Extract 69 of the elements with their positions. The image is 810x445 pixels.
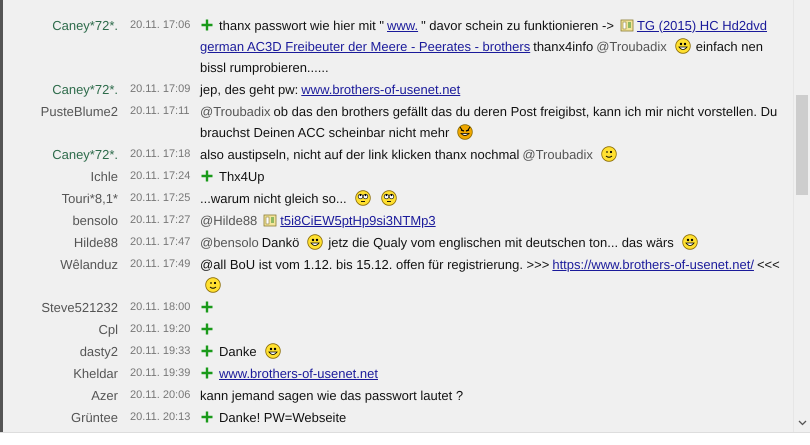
plus-icon xyxy=(201,170,213,182)
author-name: Steve521232 xyxy=(40,298,119,316)
message-text: also austipseln, nicht auf der link klicken thanx nochmal @Troubadix xyxy=(200,144,793,164)
timestamp: 20.11. 17:11 xyxy=(129,104,191,118)
link[interactable]: www. xyxy=(387,18,418,32)
author-name: Caney*72*. xyxy=(51,80,119,99)
author-name: Grüntee xyxy=(70,408,119,426)
plus-icon xyxy=(201,410,213,422)
author-name: Cpl xyxy=(97,320,119,339)
smiley-icon xyxy=(674,38,691,54)
timestamp: 20.11. 17:24 xyxy=(129,168,192,184)
timestamp: 20.11. 17:06 xyxy=(129,18,192,32)
timestamp: 20.11. 17:09 xyxy=(129,82,192,96)
smiley-icon xyxy=(307,234,324,250)
smiley-icon xyxy=(600,146,617,162)
author-name: bensolo xyxy=(71,212,119,230)
timestamp: 20.11. 17:47 xyxy=(129,234,192,250)
timestamp: 20.11. 18:00 xyxy=(129,300,192,314)
message-text: kann jemand sagen wie das passwort lautet ? xyxy=(200,386,464,405)
timestamp: 20.11. 17:25 xyxy=(129,190,192,206)
scrollbar-thumb[interactable] xyxy=(796,95,808,195)
message-text: thanx passwort wie hier mit " www. " davor schein zu funktionieren -> TG (2015) HC Hd2dvd german AC3D Freibeuter der Meere - Peerates - brothers thanx4info @Troubadix einfach nen bissl rumprobieren...... xyxy=(200,16,768,77)
file-icon xyxy=(620,18,634,32)
author-name: Azer xyxy=(90,386,119,404)
author-name: Caney*72*. xyxy=(51,16,119,35)
scroll-down-icon[interactable] xyxy=(798,420,807,426)
devil-smiley-icon xyxy=(457,124,474,140)
smiley-icon xyxy=(380,190,397,206)
message-text: Thx4Up xyxy=(200,166,793,186)
message-text: Danke! PW=Webseite xyxy=(200,406,793,428)
message-text: ...warum nicht gleich so... xyxy=(200,188,793,208)
timestamp: 20.11. 17:18 xyxy=(129,146,192,162)
message-text: Danke xyxy=(200,340,793,362)
message-text: jep, des geht pw: www.brothers-of-usenet.net xyxy=(200,80,462,99)
author-name: Touri*8,1* xyxy=(60,190,119,208)
author-name: PusteBlume2 xyxy=(40,102,119,120)
smiley-icon xyxy=(682,234,698,250)
author-name: Caney*72*. xyxy=(51,146,119,164)
message-text: @bensolo Dankö jetz die Qualy vom englischen mit deutschen ton... das wärs xyxy=(200,232,793,252)
link[interactable]: t5i8CiEW5ptHp9si3NTMp3 xyxy=(280,212,436,228)
plus-icon xyxy=(201,322,213,334)
timestamp: 20.11. 19:39 xyxy=(129,366,192,380)
timestamp: 20.11. 20:06 xyxy=(129,388,192,402)
smiley-icon xyxy=(354,190,371,206)
author-name: Ichle xyxy=(90,168,119,186)
plus-icon xyxy=(201,18,213,30)
author-name: Kheldar xyxy=(72,364,119,382)
author-name: dasty2 xyxy=(78,342,119,361)
message-text: @all BoU ist vom 1.12. bis 15.12. offen für registrierung. >>> https://www.brothers-of-usenet.net/ <<< xyxy=(200,254,793,296)
timestamp: 20.11. 20:13 xyxy=(129,410,192,424)
message-text: @Hilde88 t5i8CiEW5ptHp9si3NTMp3 xyxy=(200,212,437,230)
link[interactable]: https://www.brothers-of-usenet.net/ xyxy=(552,256,754,272)
timestamp: 20.11. 17:27 xyxy=(129,212,192,228)
smiley-icon xyxy=(205,276,221,292)
timestamp: 20.11. 19:20 xyxy=(129,322,192,336)
link[interactable]: www.brothers-of-usenet.net xyxy=(219,366,378,380)
plus-icon xyxy=(201,300,213,312)
plus-icon xyxy=(201,366,213,378)
timestamp: 20.11. 17:49 xyxy=(129,256,192,272)
timestamp: 20.11. 19:33 xyxy=(129,344,192,358)
link[interactable]: TG (2015) HC Hd2dvd xyxy=(636,18,768,32)
plus-icon xyxy=(201,344,213,356)
link[interactable]: german AC3D Freibeuter der Meere - Peerates - brothers xyxy=(200,38,530,54)
author-name: Hilde88 xyxy=(72,234,119,252)
scrollbar[interactable] xyxy=(793,0,810,432)
link[interactable]: www.brothers-of-usenet.net xyxy=(301,82,460,96)
author-name: Wêlanduz xyxy=(59,256,119,274)
smiley-icon xyxy=(264,342,281,358)
file-icon xyxy=(263,212,278,226)
